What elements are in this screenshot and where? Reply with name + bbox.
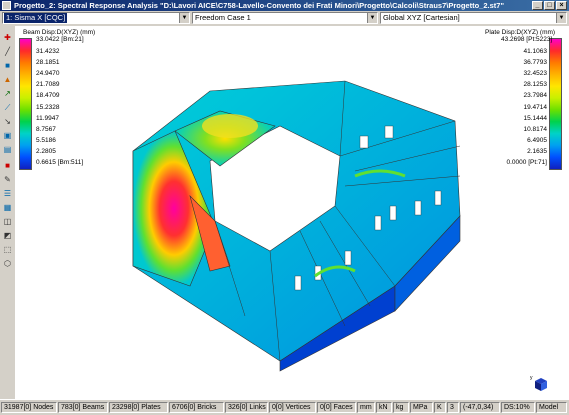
layers-icon[interactable]: ◩ xyxy=(2,230,13,241)
pan-icon[interactable]: ↗ xyxy=(2,88,13,99)
plate-icon[interactable]: ▤ xyxy=(2,144,13,155)
status-bricks: 6706[0] Bricks xyxy=(169,402,224,413)
face-icon[interactable]: ⬚ xyxy=(2,244,13,255)
chevron-down-icon[interactable]: ▼ xyxy=(556,13,566,23)
node-icon[interactable]: ↘ xyxy=(2,116,13,127)
minimize-button[interactable]: _ xyxy=(532,1,543,10)
toolbar: 1: Sisma X [CQC] ▼ Freedom Case 1 ▼ Glob… xyxy=(0,11,569,26)
title-bar: Progetto_2: Spectral Response Analysis "… xyxy=(0,0,569,11)
status-nodes: 31987[0] Nodes xyxy=(1,402,57,413)
unit-mass[interactable]: kg xyxy=(393,402,409,413)
status-coords: (-47,0,34) xyxy=(460,402,500,413)
table-icon[interactable]: ☰ xyxy=(2,188,13,199)
roof-hotspot xyxy=(202,114,258,138)
maximize-button[interactable]: □ xyxy=(544,1,555,10)
status-ds: DS:10% xyxy=(501,402,535,413)
brick-icon[interactable]: ■ xyxy=(2,160,13,171)
status-faces: 0[0] Faces xyxy=(317,402,356,413)
window-title: Progetto_2: Spectral Response Analysis "… xyxy=(14,1,504,10)
filter-icon[interactable]: ▣ xyxy=(2,130,13,141)
status-plates: 23298[0] Plates xyxy=(109,402,168,413)
unit-force[interactable]: kN xyxy=(376,402,392,413)
freedom-case-select[interactable]: Freedom Case 1 ▼ xyxy=(192,12,378,24)
left-toolbar: ✚ ╱ ■ ▲ ↗ ⟋ ↘ ▣ ▤ ■ ✎ ☰ ▦ ◫ ◩ ⬚ ⬡ xyxy=(0,26,15,399)
coordinate-system-select[interactable]: Global XYZ [Cartesian] ▼ xyxy=(380,12,567,24)
link-icon[interactable]: ✎ xyxy=(2,174,13,185)
result-case-select[interactable]: 1: Sisma X [CQC] ▼ xyxy=(2,12,190,24)
unit-length[interactable]: mm xyxy=(357,402,375,413)
building-contour-model xyxy=(132,80,461,372)
grid-icon[interactable]: ▦ xyxy=(2,202,13,213)
wireframe-icon[interactable]: ⬡ xyxy=(2,258,13,269)
rectangle-icon[interactable]: ■ xyxy=(2,60,13,71)
model-viewport[interactable]: Beam Disp:D(XYZ) (mm) 33.0422 [Bm:21] 31… xyxy=(15,26,569,399)
status-beams: 783[0] Beams xyxy=(58,402,108,413)
chevron-down-icon[interactable]: ▼ xyxy=(179,13,189,23)
axis-triad-icon: y xyxy=(530,375,547,391)
status-vertices: 0[0] Vertices xyxy=(269,402,316,413)
zoom-icon[interactable]: ▲ xyxy=(2,74,13,85)
pointer-icon[interactable]: ✚ xyxy=(2,32,13,43)
unit-temperature[interactable]: K xyxy=(434,402,446,413)
cube-icon[interactable]: ◫ xyxy=(2,216,13,227)
svg-text:y: y xyxy=(530,375,533,381)
close-button[interactable]: × xyxy=(556,1,567,10)
chevron-down-icon[interactable]: ▼ xyxy=(367,13,377,23)
app-icon[interactable] xyxy=(2,1,11,10)
status-bar: 31987[0] Nodes 783[0] Beams 23298[0] Pla… xyxy=(0,399,569,415)
status-links: 326[0] Links xyxy=(225,402,268,413)
line-icon[interactable]: ╱ xyxy=(2,46,13,57)
measure-icon[interactable]: ⟋ xyxy=(2,102,13,113)
unit-stress[interactable]: MPa xyxy=(410,402,433,413)
status-mode: Model xyxy=(536,402,567,413)
status-value: 3 xyxy=(447,402,459,413)
